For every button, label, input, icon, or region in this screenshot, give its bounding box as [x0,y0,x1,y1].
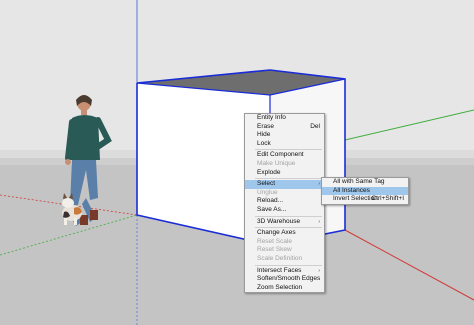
menu-item-scale-definition: Scale Definition [245,255,324,264]
menu-separator [255,178,322,180]
menu-item-3d-warehouse[interactable]: 3D Warehouse › [245,218,324,227]
menu-item-reload[interactable]: Reload... [245,197,324,206]
menu-item-hide[interactable]: Hide [245,131,324,140]
menu-item-label: Change Axes [257,229,296,237]
menu-item-label: All with Same Tag [333,178,385,185]
submenu-arrow-icon: › [318,218,320,225]
menu-item-save-as[interactable]: Save As... [245,206,324,215]
menu-item-shortcut: Ctrl+Shift+I [371,195,404,203]
menu-item-label: Reset Skew [257,246,292,254]
menu-item-label: Hide [257,131,271,139]
menu-separator [255,264,322,266]
submenu-item-all-instances[interactable]: All Instances [322,186,408,196]
submenu-arrow-icon: › [318,181,320,188]
menu-item-label: All Instances [333,186,370,194]
menu-item-label: Save As... [257,205,287,213]
menu-item-intersect-faces[interactable]: Intersect Faces › [245,267,324,276]
menu-item-edit-component[interactable]: Edit Component [245,151,324,160]
menu-item-label: Intersect Faces [257,266,302,274]
menu-item-label: Erase [257,122,274,130]
menu-item-entity-info[interactable]: Entity Info [245,114,324,123]
context-menu: Entity Info Erase Del Hide Lock Edit Componen… [244,113,325,294]
menu-item-reset-scale: Reset Scale [245,238,324,247]
menu-item-label: Reload... [257,197,284,205]
menu-item-label: Make Unique [257,159,296,167]
menu-item-select[interactable]: Select › [245,180,324,189]
menu-item-change-axes[interactable]: Change Axes [245,229,324,238]
menu-item-label: Entity Info [257,114,286,121]
menu-item-unglue: Unglue [245,189,324,198]
menu-separator [255,149,322,151]
submenu-arrow-icon: › [318,267,320,274]
menu-item-lock[interactable]: Lock [245,140,324,149]
menu-item-label: 3D Warehouse [257,217,301,225]
select-submenu: All with Same Tag All Instances Invert Sel… [321,177,409,205]
menu-item-reset-skew: Reset Skew [245,246,324,255]
menu-item-shortcut: Del [310,122,320,130]
menu-item-label: Reset Scale [257,237,293,245]
submenu-item-invert-selection[interactable]: Invert Selection Ctrl+Shift+I [322,195,408,204]
menu-item-make-unique: Make Unique [245,160,324,169]
menu-item-label: Lock [257,139,271,147]
submenu-item-all-with-same-tag[interactable]: All with Same Tag [322,178,408,187]
menu-separator [255,227,322,229]
menu-item-label: Explode [257,168,281,176]
menu-item-label: Edit Component [257,151,304,159]
menu-item-soften-smooth-edges[interactable]: Soften/Smooth Edges [245,275,324,284]
menu-item-explode[interactable]: Explode [245,169,324,178]
menu-separator [255,215,322,217]
menu-item-label: Scale Definition [257,254,303,262]
menu-item-label: Select [257,180,276,188]
sketchup-viewport[interactable] [0,0,474,325]
menu-item-zoom-selection[interactable]: Zoom Selection [245,284,324,293]
menu-item-label: Soften/Smooth Edges [257,275,321,283]
menu-item-label: Zoom Selection [257,283,303,291]
menu-item-label: Unglue [257,188,278,196]
menu-item-erase[interactable]: Erase Del [245,123,324,132]
